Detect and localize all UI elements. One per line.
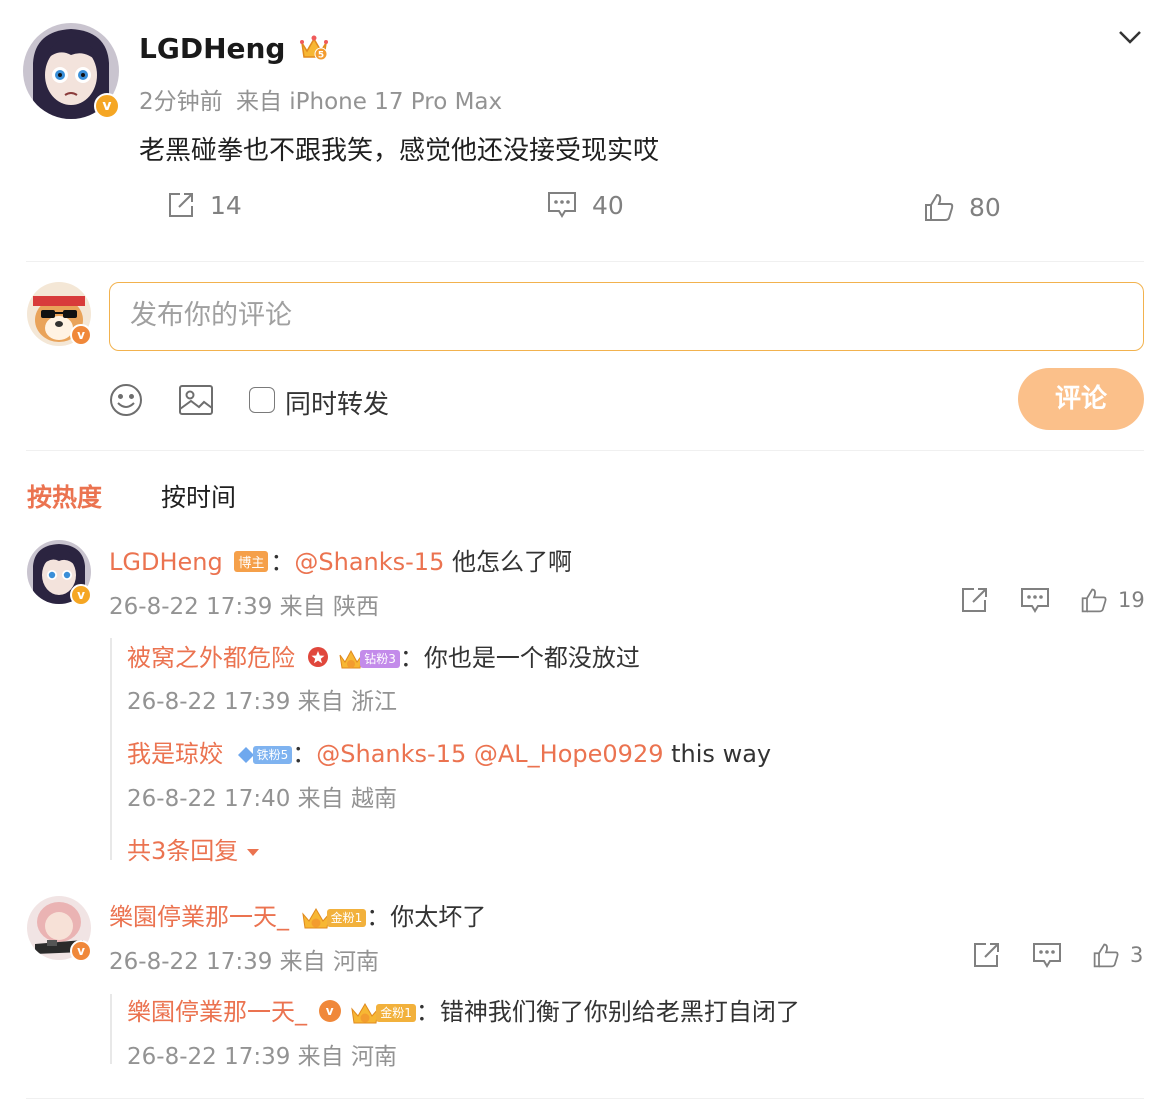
reply-author[interactable]: 被窝之外都危险 bbox=[127, 644, 295, 672]
comment-button[interactable]: 40 bbox=[546, 190, 624, 220]
verified-badge-icon: v bbox=[318, 1000, 341, 1022]
fan-level-badge: 金粉1 bbox=[350, 1003, 416, 1024]
comment-count: 40 bbox=[592, 190, 624, 220]
mention-link[interactable]: @Shanks-15 bbox=[294, 548, 444, 576]
comment-like-count: 19 bbox=[1118, 588, 1145, 612]
more-replies-link[interactable]: 共3条回复 bbox=[127, 831, 260, 866]
repost-checkbox-label[interactable]: 同时转发 bbox=[285, 384, 389, 421]
comment-like-count: 3 bbox=[1130, 943, 1144, 967]
comment-text: 你太坏了 bbox=[390, 903, 487, 931]
comment-meta: 26-8-22 17:39 来自 河南 bbox=[109, 949, 379, 975]
reply-meta: 26-8-22 17:40 来自 越南 bbox=[127, 786, 397, 812]
caret-down-icon bbox=[246, 849, 259, 856]
more-replies-label[interactable]: 共3条回复 bbox=[127, 837, 238, 865]
reply-line: 我是琼姣 铁粉5 ：@Shanks-15 @AL_Hope0929 this w… bbox=[127, 740, 772, 768]
diamond-icon bbox=[237, 747, 254, 763]
vip-crown-icon: 5 bbox=[300, 35, 329, 61]
comment-line: 樂園停業那一天_ 金粉1 ：你太坏了 bbox=[109, 903, 487, 931]
reply-thread-line bbox=[110, 994, 112, 1064]
verified-badge-icon: v bbox=[70, 324, 92, 346]
comment-reply-icon[interactable] bbox=[1032, 941, 1062, 973]
comment-author[interactable]: LGDHeng bbox=[109, 548, 223, 576]
comment-like-button[interactable]: 19 bbox=[1080, 586, 1145, 614]
tab-sort-time[interactable]: 按时间 bbox=[161, 478, 236, 514]
divider bbox=[26, 1098, 1144, 1099]
post-time: 2分钟前 bbox=[139, 89, 223, 115]
reply-meta: 26-8-22 17:39 来自 河南 bbox=[127, 1044, 397, 1070]
reply-meta: 26-8-22 17:39 来自 浙江 bbox=[127, 689, 397, 715]
mention-link[interactable]: @AL_Hope0929 bbox=[474, 740, 664, 768]
svg-text:5: 5 bbox=[318, 51, 324, 61]
chevron-down-icon[interactable] bbox=[1117, 28, 1143, 50]
comment-repost-icon[interactable] bbox=[972, 941, 1002, 973]
repost-count: 14 bbox=[210, 190, 242, 220]
post-author-label[interactable]: LGDHeng bbox=[139, 32, 285, 65]
reply-author[interactable]: 我是琼姣 bbox=[127, 740, 223, 768]
red-badge-icon bbox=[307, 647, 328, 667]
post-text: 老黑碰拳也不跟我笑，感觉他还没接受现实哎 bbox=[139, 136, 660, 166]
fan-level-badge: 钻粉3 bbox=[338, 649, 400, 669]
thumbs-up-icon bbox=[1093, 943, 1119, 968]
thumbs-up-icon bbox=[1081, 588, 1107, 613]
comment-reply-icon[interactable] bbox=[1020, 586, 1050, 618]
comment-line: LGDHeng 博主 ：@Shanks-15 他怎么了啊 bbox=[109, 548, 572, 576]
post-source: 来自 iPhone 17 Pro Max bbox=[235, 89, 503, 115]
like-count: 80 bbox=[969, 192, 1001, 222]
post-author-name[interactable]: LGDHeng 5 bbox=[139, 32, 329, 65]
verified-badge-icon: v bbox=[94, 93, 120, 119]
submit-comment-button[interactable]: 评论 bbox=[1018, 368, 1144, 430]
author-tag-badge: 博主 bbox=[234, 550, 269, 572]
comment-repost-icon[interactable] bbox=[960, 586, 990, 618]
comment-author[interactable]: 樂園停業那一天_ bbox=[109, 903, 289, 931]
tab-sort-hot[interactable]: 按热度 bbox=[27, 478, 102, 514]
image-upload-icon[interactable] bbox=[178, 382, 214, 422]
comment-input[interactable]: 发布你的评论 bbox=[109, 282, 1144, 351]
comment-meta: 26-8-22 17:39 来自 陕西 bbox=[109, 594, 379, 620]
verified-badge-icon: v bbox=[70, 584, 92, 606]
post-meta: 2分钟前 来自 iPhone 17 Pro Max bbox=[139, 82, 502, 116]
reply-line: 被窝之外都危险 钻粉3 ：你也是一个都没放过 bbox=[127, 644, 640, 672]
like-button[interactable]: 80 bbox=[923, 192, 1001, 222]
reply-line: 樂園停業那一天_ v 金粉1 ：错神我们衡了你别给老黑打自闭了 bbox=[127, 998, 800, 1026]
reply-text: 你也是一个都没放过 bbox=[423, 644, 640, 672]
mention-link[interactable]: @Shanks-15 bbox=[316, 740, 466, 768]
emoji-icon[interactable] bbox=[108, 382, 144, 422]
reply-text: 错神我们衡了你别给老黑打自闭了 bbox=[439, 998, 800, 1026]
comment-text: 他怎么了啊 bbox=[451, 548, 572, 576]
reply-author[interactable]: 樂園停業那一天_ bbox=[127, 998, 307, 1026]
comment-like-button[interactable]: 3 bbox=[1092, 941, 1143, 969]
fan-level-badge: 金粉1 bbox=[301, 908, 367, 929]
verified-badge-icon: v bbox=[70, 940, 92, 962]
repost-icon bbox=[169, 193, 193, 217]
divider bbox=[26, 261, 1144, 262]
fan-level-badge: 铁粉5 bbox=[237, 745, 293, 765]
reply-text: this way bbox=[671, 740, 772, 768]
repost-button[interactable]: 14 bbox=[166, 190, 242, 220]
repost-checkbox[interactable] bbox=[249, 387, 275, 413]
comment-icon bbox=[548, 192, 576, 218]
reply-thread-line bbox=[110, 638, 112, 860]
divider bbox=[26, 450, 1144, 451]
thumbs-up-icon bbox=[925, 193, 954, 221]
